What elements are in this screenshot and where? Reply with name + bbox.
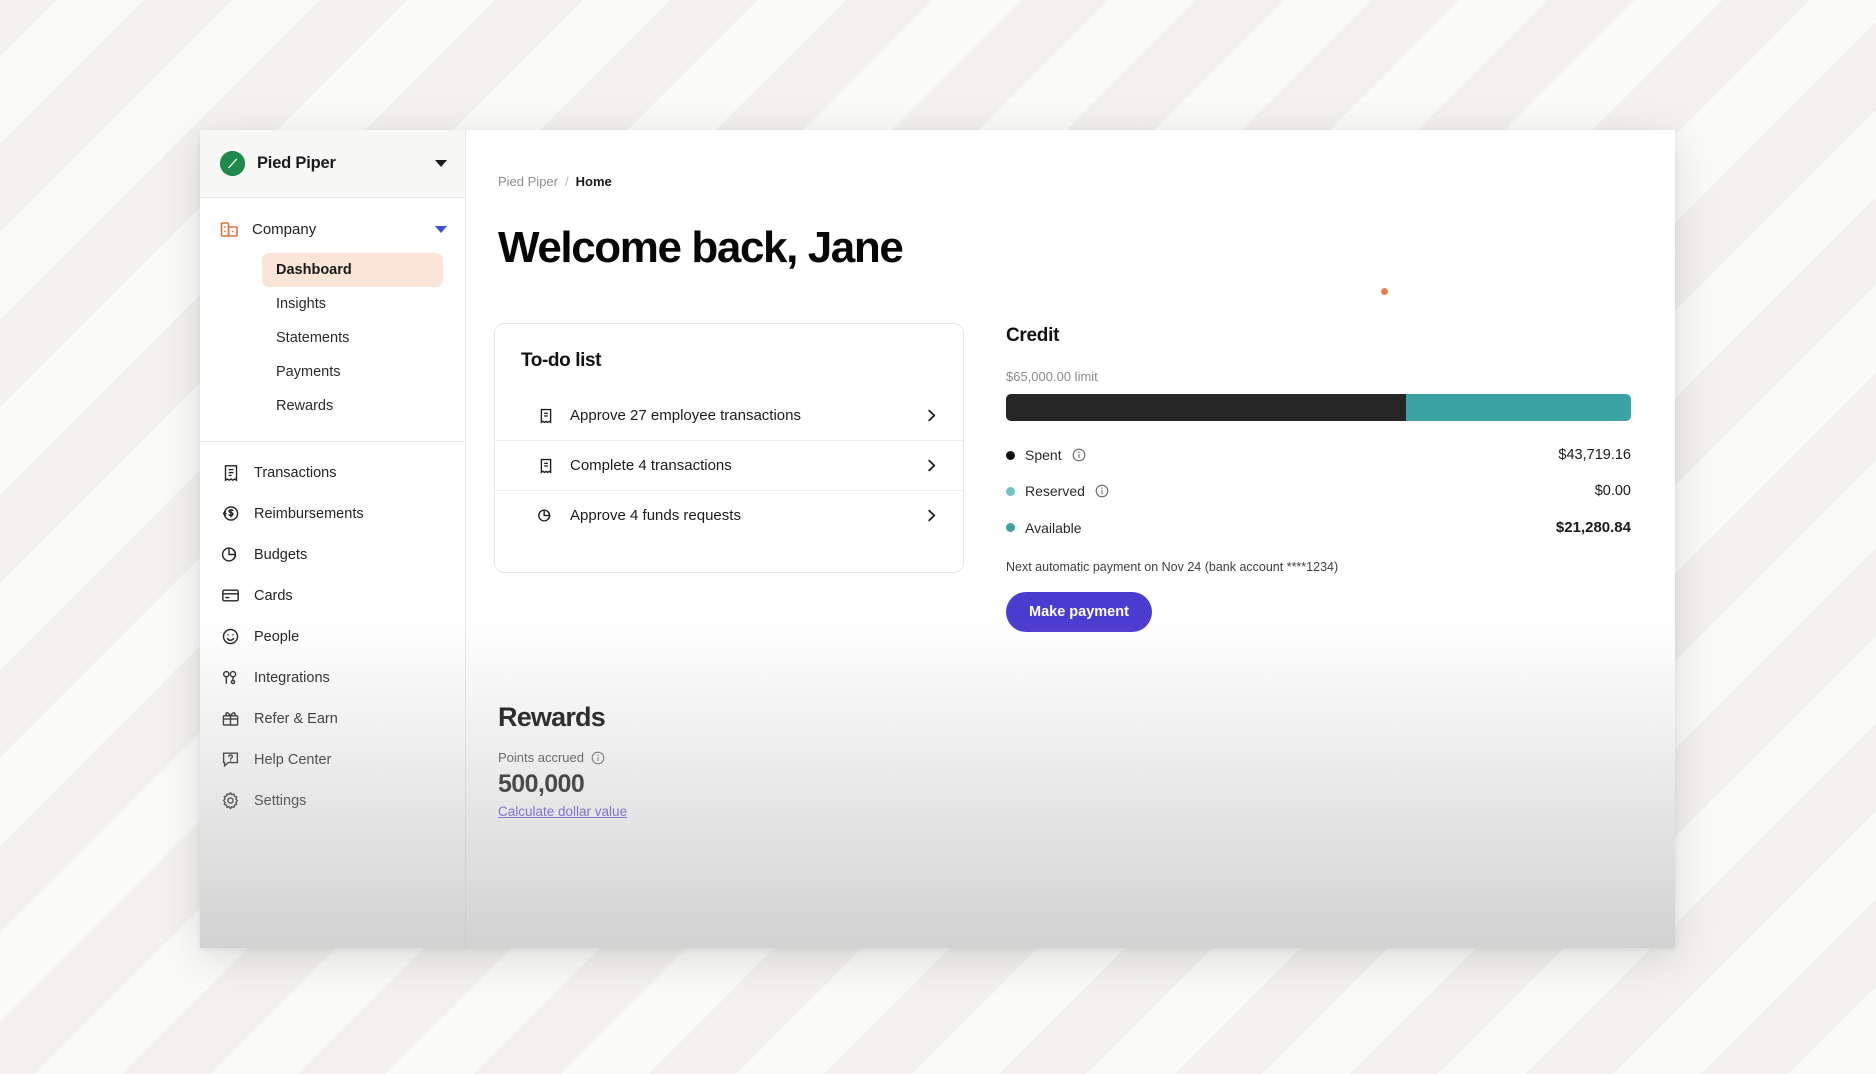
- todo-list-items: Approve 27 employee transactions Complet…: [495, 390, 963, 540]
- make-payment-button[interactable]: Make payment: [1006, 592, 1152, 632]
- sidebar-item-dashboard[interactable]: Dashboard: [262, 253, 443, 287]
- credit-title: Credit: [1006, 325, 1060, 346]
- rewards-section: Rewards Points accrued 500,000 Calculate…: [498, 702, 1675, 821]
- chevron-down-icon[interactable]: [435, 160, 447, 167]
- todo-list-card: To-do list Approve 27 employee transacti…: [494, 323, 964, 573]
- sidebar-item-rewards[interactable]: Rewards: [262, 389, 443, 423]
- sidebar-item-label: Help Center: [254, 751, 332, 768]
- pie-chart-icon: [221, 545, 240, 564]
- sidebar-item-label: Transactions: [254, 464, 337, 481]
- info-icon[interactable]: [1095, 484, 1109, 498]
- credit-card-icon: [221, 586, 240, 605]
- dashboard-columns: To-do list Approve 27 employee transacti…: [494, 323, 1675, 632]
- credit-section: Credit $65,000.00 limit Spent $43,719.16…: [1006, 323, 1631, 632]
- info-icon[interactable]: [1072, 448, 1086, 462]
- sidebar-item-cards[interactable]: Cards: [200, 575, 465, 616]
- breadcrumb-org[interactable]: Pied Piper: [498, 174, 558, 189]
- breadcrumb: Pied Piper / Home: [498, 174, 1675, 189]
- chevron-right-icon[interactable]: [924, 408, 939, 423]
- credit-legend-label: Available: [1025, 519, 1082, 536]
- credit-bar-available-segment: [1406, 394, 1631, 421]
- sidebar-item-people[interactable]: People: [200, 616, 465, 657]
- receipt-icon: [221, 463, 240, 482]
- points-accrued-label-row: Points accrued: [498, 750, 1675, 765]
- sidebar-item-settings[interactable]: Settings: [200, 780, 465, 821]
- credit-legend-value: $43,719.16: [1558, 447, 1631, 463]
- credit-legend-value: $21,280.84: [1555, 519, 1631, 536]
- credit-legend-row-reserved: Reserved $0.00: [1006, 473, 1631, 509]
- company-group: Company Dashboard Insights Statements Pa…: [200, 198, 465, 431]
- info-icon[interactable]: [591, 751, 605, 765]
- credit-legend-value: $0.00: [1594, 483, 1631, 499]
- breadcrumb-current: Home: [575, 174, 612, 189]
- sidebar-item-label: Settings: [254, 792, 307, 809]
- todo-item-approve-employee-transactions[interactable]: Approve 27 employee transactions: [495, 390, 963, 440]
- chevron-right-icon[interactable]: [924, 458, 939, 473]
- gear-icon: [221, 791, 240, 810]
- company-sub-items: Dashboard Insights Statements Payments R…: [200, 249, 465, 431]
- credit-legend: Spent $43,719.16 Reserved $0.00 Availabl…: [1006, 437, 1631, 546]
- org-switcher[interactable]: Pied Piper: [200, 130, 465, 198]
- question-bubble-icon: [221, 750, 240, 769]
- todo-item-label: Complete 4 transactions: [570, 457, 732, 474]
- chevron-right-icon[interactable]: [924, 508, 939, 523]
- sidebar-item-label: Reimbursements: [254, 505, 364, 522]
- calculate-dollar-value-link[interactable]: Calculate dollar value: [498, 804, 627, 819]
- sidebar-item-label: Cards: [254, 587, 293, 604]
- pied-piper-logo: [220, 151, 245, 176]
- sidebar-item-label: Integrations: [254, 669, 330, 686]
- credit-bar-spent-segment: [1006, 394, 1406, 421]
- credit-limit-text: $65,000.00 limit: [1006, 369, 1098, 384]
- sidebar-item-label: Refer & Earn: [254, 710, 338, 727]
- points-accrued-value: 500,000: [498, 770, 585, 798]
- legend-dot-reserved: [1006, 486, 1015, 496]
- sidebar-item-label: Budgets: [254, 546, 308, 563]
- sidebar-item-refer-and-earn[interactable]: Refer & Earn: [200, 698, 465, 739]
- receipt-icon: [537, 457, 554, 474]
- puzzle-plug-icon: [221, 668, 240, 687]
- sidebar-item-reimbursements[interactable]: Reimbursements: [200, 493, 465, 534]
- todo-item-label: Approve 27 employee transactions: [570, 407, 801, 424]
- sidebar-item-company[interactable]: Company: [200, 210, 465, 249]
- orange-dot-marker: [1381, 288, 1388, 295]
- receipt-icon: [537, 407, 554, 424]
- credit-legend-row-spent: Spent $43,719.16: [1006, 437, 1631, 473]
- sidebar: Pied Piper Company Dashboard Insights St…: [200, 130, 466, 948]
- sidebar-item-help-center[interactable]: Help Center: [200, 739, 465, 780]
- company-blocks-icon: [220, 220, 239, 239]
- sidebar-item-payments[interactable]: Payments: [262, 355, 443, 389]
- rewards-title: Rewards: [498, 702, 606, 732]
- credit-progress-bar: [1006, 394, 1631, 421]
- app-window: Pied Piper Company Dashboard Insights St…: [200, 130, 1675, 948]
- sidebar-item-insights[interactable]: Insights: [262, 287, 443, 321]
- chevron-down-icon[interactable]: [435, 226, 447, 233]
- money-back-icon: [221, 504, 240, 523]
- page-title: Welcome back, Jane: [498, 223, 904, 272]
- org-name: Pied Piper: [257, 154, 336, 172]
- legend-dot-available: [1006, 523, 1015, 532]
- smiley-face-icon: [221, 627, 240, 646]
- credit-legend-label: Spent: [1025, 447, 1062, 463]
- sidebar-main-nav: Transactions Reimbursements Budgets Card…: [200, 442, 465, 821]
- sidebar-item-transactions[interactable]: Transactions: [200, 452, 465, 493]
- breadcrumb-separator: /: [564, 174, 569, 189]
- sidebar-item-label: People: [254, 628, 300, 645]
- todo-item-label: Approve 4 funds requests: [570, 507, 741, 524]
- gift-icon: [221, 709, 240, 728]
- sidebar-item-statements[interactable]: Statements: [262, 321, 443, 355]
- pie-chart-icon: [537, 507, 554, 524]
- legend-dot-spent: [1006, 450, 1015, 460]
- points-accrued-label: Points accrued: [498, 750, 584, 765]
- sidebar-item-budgets[interactable]: Budgets: [200, 534, 465, 575]
- next-payment-text: Next automatic payment on Nov 24 (bank a…: [1006, 560, 1339, 574]
- credit-legend-row-available: Available $21,280.84: [1006, 509, 1631, 546]
- credit-legend-label: Reserved: [1025, 483, 1085, 499]
- todo-item-complete-transactions[interactable]: Complete 4 transactions: [495, 440, 963, 490]
- todo-item-approve-funds-requests[interactable]: Approve 4 funds requests: [495, 490, 963, 540]
- sidebar-item-integrations[interactable]: Integrations: [200, 657, 465, 698]
- sidebar-item-label: Company: [252, 221, 317, 238]
- todo-list-title: To-do list: [521, 350, 602, 371]
- main-content: Pied Piper / Home Welcome back, Jane To-…: [466, 130, 1675, 948]
